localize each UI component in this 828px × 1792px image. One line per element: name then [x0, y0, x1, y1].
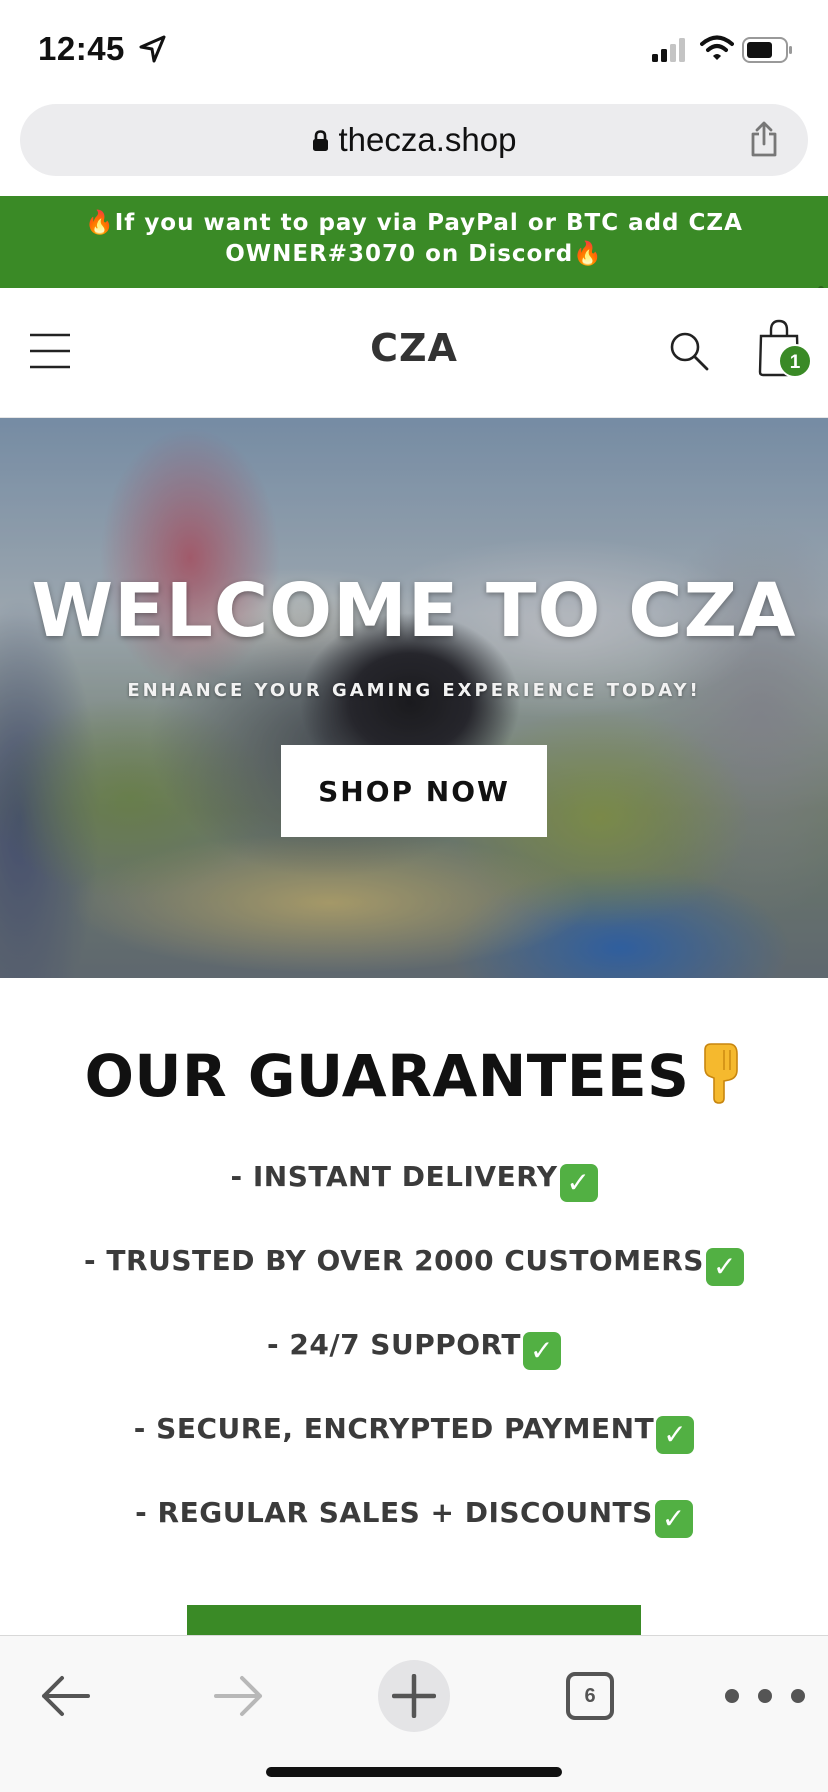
shop-now-button[interactable]: SHOP NOW — [281, 745, 547, 837]
check-mark-icon: ✓ — [705, 1248, 744, 1286]
search-icon[interactable] — [668, 330, 710, 372]
cart-count-badge[interactable]: 1 — [778, 344, 812, 378]
announcement-bar: 🔥If you want to pay via PayPal or BTC ad… — [0, 196, 828, 288]
url-display[interactable]: thecza.shop — [20, 121, 808, 159]
home-indicator[interactable] — [266, 1767, 562, 1777]
check-mark-icon: ✓ — [654, 1500, 693, 1538]
wifi-icon — [700, 35, 734, 60]
plus-icon — [392, 1674, 436, 1718]
battery-icon — [742, 37, 792, 63]
status-bar: 12:45 — [0, 0, 828, 96]
guarantee-item-support: - 24/7 SUPPORT ✓ — [0, 1328, 828, 1412]
back-arrow-icon[interactable] — [38, 1674, 92, 1718]
share-icon[interactable] — [748, 120, 780, 158]
hero-subtitle: ENHANCE YOUR GAMING EXPERIENCE TODAY! — [127, 680, 701, 701]
announcement-text: 🔥If you want to pay via PayPal or BTC ad… — [85, 210, 743, 267]
hero-banner: WELCOME TO CZA ENHANCE YOUR GAMING EXPER… — [0, 418, 828, 978]
guarantees-heading: OUR GUARANTEES — [0, 1040, 828, 1110]
check-mark-icon: ✓ — [559, 1164, 598, 1202]
location-arrow-icon — [139, 35, 166, 63]
lock-icon — [312, 130, 328, 151]
new-tab-button[interactable] — [378, 1660, 450, 1732]
forward-arrow-icon[interactable] — [212, 1674, 266, 1718]
guarantee-item-secure-payment: - SECURE, ENCRYPTED PAYMENT ✓ — [0, 1412, 828, 1496]
site-header: CZA — [0, 288, 828, 418]
tab-count-button[interactable]: 6 — [566, 1672, 614, 1720]
guarantee-item-trusted: - TRUSTED BY OVER 2000 CUSTOMERS ✓ — [0, 1244, 828, 1328]
pointing-down-hand-icon — [704, 1043, 739, 1104]
guarantee-list: - INSTANT DELIVERY ✓ - TRUSTED BY OVER 20… — [0, 1160, 828, 1580]
cellular-signal-icon — [652, 38, 685, 62]
check-mark-icon: ✓ — [656, 1416, 695, 1454]
address-bar[interactable]: thecza.shop — [20, 104, 808, 176]
status-time: 12:45 — [38, 30, 125, 67]
more-dots-icon[interactable] — [720, 1684, 810, 1708]
guarantee-item-instant-delivery: - INSTANT DELIVERY ✓ — [0, 1160, 828, 1244]
url-text: thecza.shop — [338, 121, 517, 158]
guarantees-title-text: OUR GUARANTEES — [84, 1042, 690, 1110]
check-mark-icon: ✓ — [522, 1332, 561, 1370]
guarantee-item-sales: - REGULAR SALES + DISCOUNTS ✓ — [0, 1496, 828, 1580]
green-cta-block[interactable] — [187, 1605, 641, 1635]
hero-title: WELCOME TO CZA — [31, 568, 797, 654]
